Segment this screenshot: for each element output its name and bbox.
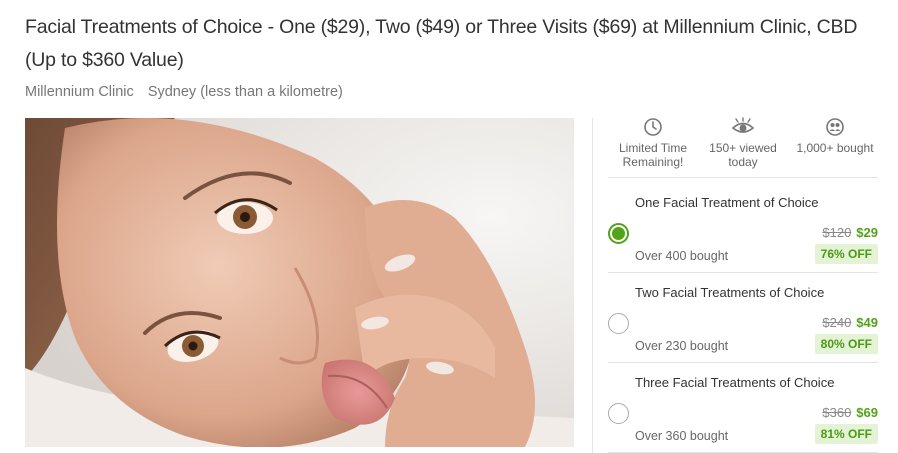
eye-icon xyxy=(731,117,755,133)
face-photo xyxy=(25,118,574,447)
stat-label: 150+ viewed today xyxy=(709,141,777,169)
option-radio[interactable] xyxy=(608,313,629,334)
sale-price: $69 xyxy=(856,405,878,420)
deal-subtitle: Millennium Clinic Sydney (less than a ki… xyxy=(25,84,353,100)
deal-hero-image[interactable] xyxy=(25,118,574,447)
deal-stats: Limited Time Remaining! 150+ viewed toda… xyxy=(608,117,878,177)
stat-bought: 1,000+ bought xyxy=(790,117,880,155)
stat-limited-time: Limited Time Remaining! xyxy=(608,117,698,169)
stat-label: 1,000+ bought xyxy=(796,141,874,155)
bought-count: Over 360 bought xyxy=(635,429,729,443)
option-price: $240 $49 xyxy=(822,315,878,330)
sale-price: $29 xyxy=(856,225,878,240)
deal-option-one[interactable]: One Facial Treatment of Choice $120 $29 O… xyxy=(608,182,878,270)
original-price: $360 xyxy=(822,405,852,420)
people-icon xyxy=(826,118,844,136)
option-radio-selected[interactable] xyxy=(608,223,629,244)
bought-count: Over 400 bought xyxy=(635,249,729,263)
option-title: One Facial Treatment of Choice xyxy=(635,195,819,210)
discount-badge: 76% OFF xyxy=(814,244,878,264)
option-title: Two Facial Treatments of Choice xyxy=(635,285,825,300)
deal-title: Facial Treatments of Choice - One ($29),… xyxy=(25,16,858,71)
deal-option-two[interactable]: Two Facial Treatments of Choice $240 $49 … xyxy=(608,272,878,360)
discount-badge: 80% OFF xyxy=(814,334,878,354)
original-price: $120 xyxy=(822,225,852,240)
sale-price: $49 xyxy=(856,315,878,330)
stat-viewed: 150+ viewed today xyxy=(700,117,786,169)
option-title: Three Facial Treatments of Choice xyxy=(635,375,835,390)
discount-badge: 81% OFF xyxy=(814,424,878,444)
option-radio[interactable] xyxy=(608,403,629,424)
bought-count: Over 230 bought xyxy=(635,339,729,353)
merchant-link[interactable]: Millennium Clinic xyxy=(25,84,134,100)
deal-option-three[interactable]: Three Facial Treatments of Choice $360 $6… xyxy=(608,362,878,450)
divider xyxy=(608,177,878,178)
option-price: $360 $69 xyxy=(822,405,878,420)
original-price: $240 xyxy=(822,315,852,330)
panel-divider xyxy=(592,118,593,453)
stat-label: Limited Time Remaining! xyxy=(618,141,688,169)
location-text: Sydney (less than a kilometre) xyxy=(147,84,343,100)
clock-icon xyxy=(644,118,662,136)
option-price: $120 $29 xyxy=(822,225,878,240)
